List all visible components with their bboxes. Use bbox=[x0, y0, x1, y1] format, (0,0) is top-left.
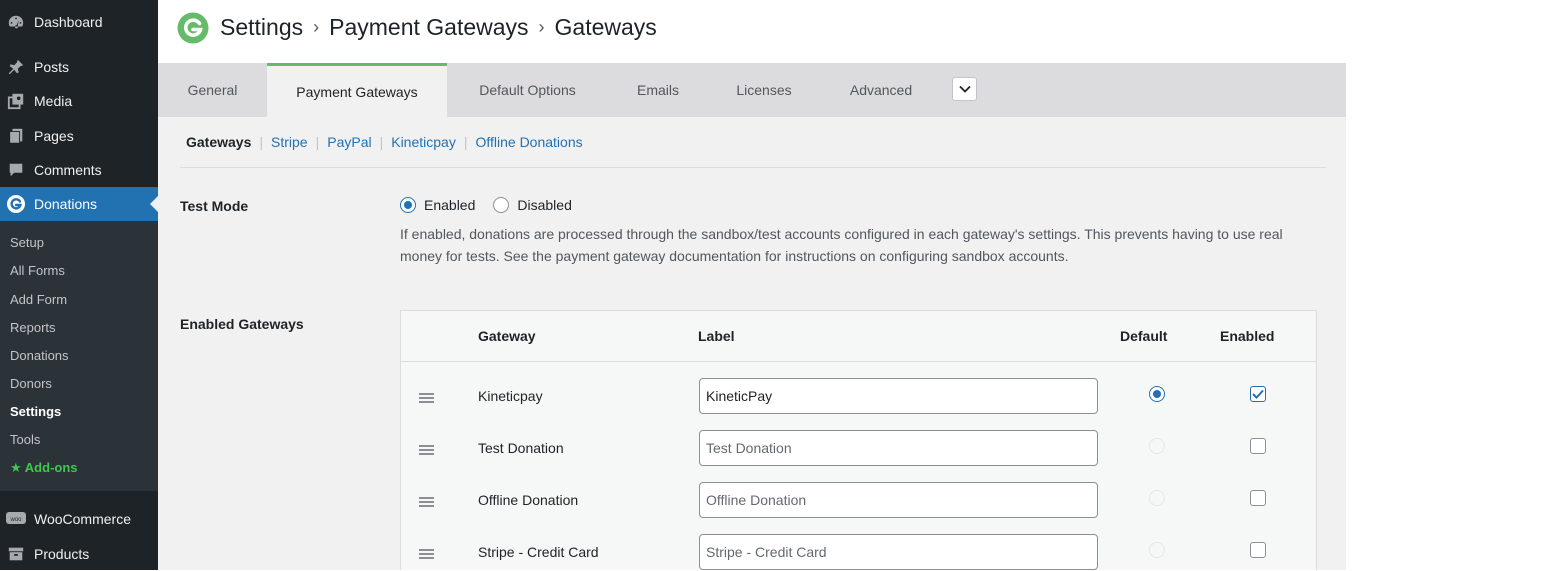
drag-handle-icon[interactable] bbox=[419, 497, 434, 507]
test-mode-enabled-label[interactable]: Enabled bbox=[424, 197, 475, 213]
chevron-down-icon bbox=[958, 85, 971, 93]
menu-item-pages[interactable]: Pages bbox=[0, 119, 158, 153]
submenu-item-add-form[interactable]: Add Form bbox=[10, 292, 67, 307]
menu-item-comments[interactable]: Comments bbox=[0, 153, 158, 187]
gateway-enabled-checkbox[interactable] bbox=[1250, 386, 1266, 402]
menu-item-label: Products bbox=[34, 546, 90, 562]
woo-icon: woo bbox=[6, 509, 26, 529]
menu-item-label: WooCommerce bbox=[34, 511, 131, 527]
chevron-right-icon: › bbox=[538, 17, 545, 37]
breadcrumb: Settings › Payment Gateways › Gateways bbox=[220, 14, 657, 41]
gateway-name: Stripe - Credit Card bbox=[478, 544, 599, 560]
gateway-label-input[interactable] bbox=[699, 534, 1098, 570]
menu-item-media[interactable]: Media bbox=[0, 84, 158, 118]
menu-item-label: Pages bbox=[34, 128, 74, 144]
column-header-default: Default bbox=[1120, 328, 1168, 344]
subnav-separator bbox=[180, 167, 1326, 168]
drag-handle-icon[interactable] bbox=[419, 445, 434, 455]
submenu-item-all-forms[interactable]: All Forms bbox=[10, 263, 65, 278]
subnav-offline-donations[interactable]: Offline Donations bbox=[475, 134, 582, 150]
menu-item-label: Comments bbox=[34, 162, 102, 178]
breadcrumb-item: Gateways bbox=[554, 14, 657, 40]
menu-item-products[interactable]: Products bbox=[0, 537, 158, 571]
subnav-paypal[interactable]: PayPal bbox=[327, 134, 371, 150]
enabled-gateways-label: Enabled Gateways bbox=[180, 316, 304, 332]
gateway-label-input[interactable] bbox=[699, 378, 1098, 414]
star-icon: ★ bbox=[10, 460, 22, 475]
tab-emails[interactable]: Emails bbox=[608, 63, 708, 117]
gateway-label-input[interactable] bbox=[699, 430, 1098, 466]
subnav-gateways[interactable]: Gateways bbox=[186, 134, 251, 150]
drag-handle-icon[interactable] bbox=[419, 549, 434, 559]
pin-icon bbox=[6, 57, 26, 77]
submenu-item-settings[interactable]: Settings bbox=[10, 404, 61, 419]
submenu-item-add-ons[interactable]: ★ Add-ons bbox=[10, 460, 78, 476]
breadcrumb-item: Payment Gateways bbox=[329, 14, 529, 40]
svg-text:woo: woo bbox=[9, 517, 22, 523]
menu-item-donations[interactable]: Donations bbox=[0, 187, 158, 221]
menu-item-label: Dashboard bbox=[34, 14, 103, 30]
givewp-logo-icon bbox=[177, 12, 209, 44]
test-mode-label: Test Mode bbox=[180, 198, 249, 214]
drag-handle-icon[interactable] bbox=[419, 393, 434, 403]
gateway-name: Test Donation bbox=[478, 440, 564, 456]
menu-item-label: Donations bbox=[34, 196, 98, 212]
comment-icon bbox=[6, 160, 26, 180]
gateway-enabled-checkbox[interactable] bbox=[1250, 438, 1266, 454]
gateway-label-input[interactable] bbox=[699, 482, 1098, 518]
column-header-enabled: Enabled bbox=[1220, 328, 1275, 344]
test-mode-description: If enabled, donations are processed thro… bbox=[400, 226, 1283, 264]
subnav-divider: | bbox=[379, 134, 384, 150]
default-gateway-radio[interactable] bbox=[1149, 386, 1165, 402]
tab-default-options[interactable]: Default Options bbox=[447, 63, 608, 117]
tab-advanced[interactable]: Advanced bbox=[820, 63, 942, 117]
subnav-divider: | bbox=[315, 134, 320, 150]
submenu-item-tools[interactable]: Tools bbox=[10, 432, 40, 447]
submenu-item-reports[interactable]: Reports bbox=[10, 320, 56, 335]
submenu-item-label: Add-ons bbox=[24, 460, 78, 475]
settings-tabs: General Payment Gateways Default Options… bbox=[158, 63, 1346, 117]
archive-icon bbox=[6, 544, 26, 564]
menu-item-label: Posts bbox=[34, 59, 70, 75]
test-mode-options: Enabled Disabled bbox=[400, 197, 590, 213]
column-header-label: Label bbox=[698, 328, 735, 344]
gateway-name: Offline Donation bbox=[478, 492, 579, 508]
default-gateway-radio[interactable] bbox=[1149, 438, 1165, 454]
gateway-enabled-checkbox[interactable] bbox=[1250, 490, 1266, 506]
gateway-enabled-checkbox[interactable] bbox=[1250, 542, 1266, 558]
test-mode-disabled-radio[interactable] bbox=[493, 197, 510, 213]
column-header-gateway: Gateway bbox=[478, 328, 536, 344]
checkmark-icon bbox=[1252, 389, 1264, 399]
tab-licenses[interactable]: Licenses bbox=[708, 63, 820, 117]
subnav-kineticpay[interactable]: Kineticpay bbox=[391, 134, 456, 150]
default-gateway-radio[interactable] bbox=[1149, 542, 1165, 558]
table-header-divider bbox=[401, 361, 1316, 362]
admin-sidebar: Dashboard Posts Media Pages Comments Don… bbox=[0, 0, 158, 570]
test-mode-enabled-radio[interactable] bbox=[400, 197, 416, 213]
submenu-item-donors[interactable]: Donors bbox=[10, 376, 52, 391]
more-tabs-button[interactable] bbox=[952, 77, 977, 101]
media-icon bbox=[6, 91, 26, 111]
breadcrumb-item: Settings bbox=[220, 14, 304, 40]
chevron-right-icon: › bbox=[313, 17, 320, 37]
gateway-name: Kineticpay bbox=[478, 388, 543, 404]
tab-general[interactable]: General bbox=[158, 63, 267, 117]
submenu-item-setup[interactable]: Setup bbox=[10, 235, 44, 250]
menu-item-posts[interactable]: Posts bbox=[0, 50, 158, 84]
menu-item-dashboard[interactable]: Dashboard bbox=[0, 5, 158, 39]
pages-icon bbox=[6, 126, 26, 146]
dashboard-icon bbox=[6, 12, 26, 32]
givewp-icon bbox=[6, 194, 26, 214]
gateway-subnav: Gateways | Stripe | PayPal | Kineticpay … bbox=[186, 134, 583, 150]
menu-item-label: Media bbox=[34, 93, 73, 109]
subnav-divider: | bbox=[259, 134, 264, 150]
subnav-stripe[interactable]: Stripe bbox=[271, 134, 308, 150]
submenu-item-donations[interactable]: Donations bbox=[10, 348, 69, 363]
subnav-divider: | bbox=[463, 134, 468, 150]
default-gateway-radio[interactable] bbox=[1149, 490, 1165, 506]
tab-payment-gateways[interactable]: Payment Gateways bbox=[267, 63, 447, 117]
menu-item-woocommerce[interactable]: woo WooCommerce bbox=[0, 502, 158, 536]
test-mode-disabled-label[interactable]: Disabled bbox=[517, 197, 571, 213]
